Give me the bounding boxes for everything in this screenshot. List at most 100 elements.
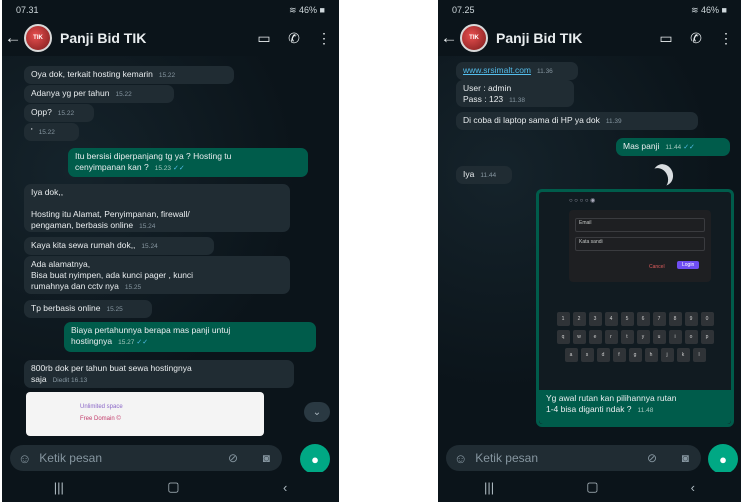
attach-icon[interactable]: ⊘: [647, 451, 657, 465]
keyboard-key: 8: [668, 312, 682, 326]
contact-name[interactable]: Panji Bid TIK: [60, 30, 249, 46]
keyboard-key: j: [660, 348, 674, 362]
keyboard-key: 1: [556, 312, 570, 326]
camera-icon[interactable]: ◙: [263, 451, 270, 465]
keyboard-key: d: [596, 348, 610, 362]
preview-line: Free Domain ©: [80, 416, 121, 422]
keyboard-key: 3: [588, 312, 602, 326]
chat-header: ← TIK Panji Bid TIK ▭ ✆ ⋮: [2, 20, 339, 56]
more-menu-icon[interactable]: ⋮: [309, 30, 339, 47]
input-placeholder: Ketik pesan: [39, 451, 102, 465]
keyboard-key: t: [620, 330, 634, 344]
back-icon[interactable]: ‹: [283, 480, 287, 495]
phone-call-icon[interactable]: ✆: [279, 30, 309, 47]
shared-screenshot-image[interactable]: ○ ○ ○ ○ ◉ Email Kata sandi Cancel Login …: [536, 189, 734, 427]
back-icon[interactable]: ‹: [691, 480, 695, 495]
avatar[interactable]: TIK: [460, 24, 488, 52]
read-ticks-icon: ✓✓: [683, 144, 695, 151]
input-placeholder: Ketik pesan: [475, 451, 538, 465]
keyboard-image: 1234567890 qwertyuiop asdfghjkl: [543, 312, 727, 392]
back-arrow-icon[interactable]: ←: [2, 28, 24, 48]
preview-line: Unlimited space: [80, 404, 123, 410]
keyboard-key: u: [652, 330, 666, 344]
mic-icon[interactable]: ●: [300, 444, 330, 474]
emoji-icon[interactable]: ☺: [454, 451, 467, 466]
radio-options-icon: ○ ○ ○ ○ ◉: [569, 198, 596, 204]
system-nav-bar: ||| ▢ ‹: [2, 472, 339, 502]
attach-icon[interactable]: ⊘: [228, 451, 238, 465]
message-bubble[interactable]: ' 15.22: [24, 123, 79, 141]
more-menu-icon[interactable]: ⋮: [711, 30, 741, 47]
image-caption: Yg awal rutan kan pilihannya rutan 1-4 b…: [539, 390, 731, 424]
keyboard-key: o: [684, 330, 698, 344]
emoji-icon[interactable]: ☺: [18, 451, 31, 466]
link-preview-card[interactable]: Unlimited space Free Domain ©: [26, 392, 264, 436]
video-call-icon[interactable]: ▭: [651, 30, 681, 47]
message-bubble[interactable]: Kaya kita sewa rumah dok,, 15.24: [24, 237, 214, 255]
status-bar: 07.31 ≋ 46% ■: [2, 0, 339, 20]
compose-bar: ☺ Ketik pesan ⊘ ◙ ●: [438, 444, 741, 474]
message-bubble[interactable]: Oya dok, terkait hosting kemarin 15.22: [24, 66, 234, 84]
home-icon[interactable]: ▢: [586, 479, 598, 495]
chat-header: ← TIK Panji Bid TIK ▭ ✆ ⋮: [438, 20, 741, 56]
recent-apps-icon[interactable]: |||: [484, 480, 494, 495]
login-button: Login: [677, 261, 700, 269]
phone-call-icon[interactable]: ✆: [681, 30, 711, 47]
video-call-icon[interactable]: ▭: [249, 30, 279, 47]
keyboard-key: 9: [684, 312, 698, 326]
email-field: Email: [575, 218, 705, 232]
keyboard-key: e: [588, 330, 602, 344]
contact-name[interactable]: Panji Bid TIK: [496, 30, 651, 46]
message-bubble-sent[interactable]: Itu bersisi diperpanjang tg ya ? Hosting…: [68, 148, 308, 177]
message-bubble[interactable]: www.srsimalt.com 11.36: [456, 62, 578, 80]
mic-icon[interactable]: ●: [708, 444, 738, 474]
status-time: 07.31: [16, 5, 39, 15]
keyboard-key: f: [612, 348, 626, 362]
compose-bar: ☺ Ketik pesan ⊘ ◙ ●: [2, 444, 339, 474]
keyboard-key: 6: [636, 312, 650, 326]
keyboard-key: 4: [604, 312, 618, 326]
cancel-button: Cancel: [649, 264, 665, 270]
keyboard-key: 5: [620, 312, 634, 326]
read-ticks-icon: ✓✓: [173, 165, 185, 172]
phone-screenshot-right: 07.25 ≋ 46% ■ ← TIK Panji Bid TIK ▭ ✆ ⋮ …: [438, 0, 741, 502]
keyboard-key: 0: [700, 312, 714, 326]
system-nav-bar: ||| ▢ ‹: [438, 472, 741, 502]
status-indicators: ≋ 46% ■: [289, 4, 325, 15]
message-bubble[interactable]: Di coba di laptop sama di HP ya dok 11.39: [456, 112, 698, 130]
scroll-down-icon[interactable]: ⌄: [304, 402, 330, 422]
message-bubble[interactable]: Ada alamatnya, Bisa buat nyimpen, ada ku…: [24, 256, 290, 294]
back-arrow-icon[interactable]: ←: [438, 28, 460, 48]
message-input[interactable]: ☺ Ketik pesan ⊘ ◙: [10, 445, 282, 471]
message-input[interactable]: ☺ Ketik pesan ⊘ ◙: [446, 445, 701, 471]
keyboard-key: k: [676, 348, 690, 362]
status-time: 07.25: [452, 5, 475, 15]
login-dialog: Email Kata sandi Cancel Login: [569, 210, 711, 282]
password-field: Kata sandi: [575, 237, 705, 251]
home-icon[interactable]: ▢: [167, 479, 179, 495]
avatar[interactable]: TIK: [24, 24, 52, 52]
message-bubble[interactable]: Iya dok,, Hosting itu Alamat, Penyimpana…: [24, 184, 290, 232]
keyboard-key: r: [604, 330, 618, 344]
status-indicators: ≋ 46% ■: [691, 4, 727, 15]
camera-icon[interactable]: ◙: [682, 451, 689, 465]
read-ticks-icon: ✓✓: [136, 339, 149, 346]
keyboard-key: 2: [572, 312, 586, 326]
keyboard-key: q: [556, 330, 570, 344]
message-bubble[interactable]: 800rb dok per tahun buat sewa hostingnya…: [24, 360, 294, 388]
keyboard-key: i: [668, 330, 682, 344]
keyboard-key: y: [636, 330, 650, 344]
keyboard-key: g: [628, 348, 642, 362]
status-bar: 07.25 ≋ 46% ■: [438, 0, 741, 20]
keyboard-key: w: [572, 330, 586, 344]
message-bubble-sent[interactable]: Biaya pertahunnya berapa mas panji untuj…: [64, 322, 316, 352]
message-bubble[interactable]: Adanya yg per tahun 15.22: [24, 85, 174, 103]
message-bubble[interactable]: Opp? 15.22: [24, 104, 94, 122]
message-bubble[interactable]: User : admin Pass : 123 11.38: [456, 80, 574, 107]
keyboard-key: a: [564, 348, 578, 362]
message-bubble-sent[interactable]: Mas panji 11.44 ✓✓: [616, 138, 730, 156]
recent-apps-icon[interactable]: |||: [54, 480, 64, 495]
message-bubble[interactable]: Iya 11.44: [456, 166, 512, 184]
keyboard-key: p: [700, 330, 714, 344]
message-bubble[interactable]: Tp berbasis online 15.25: [24, 300, 152, 318]
